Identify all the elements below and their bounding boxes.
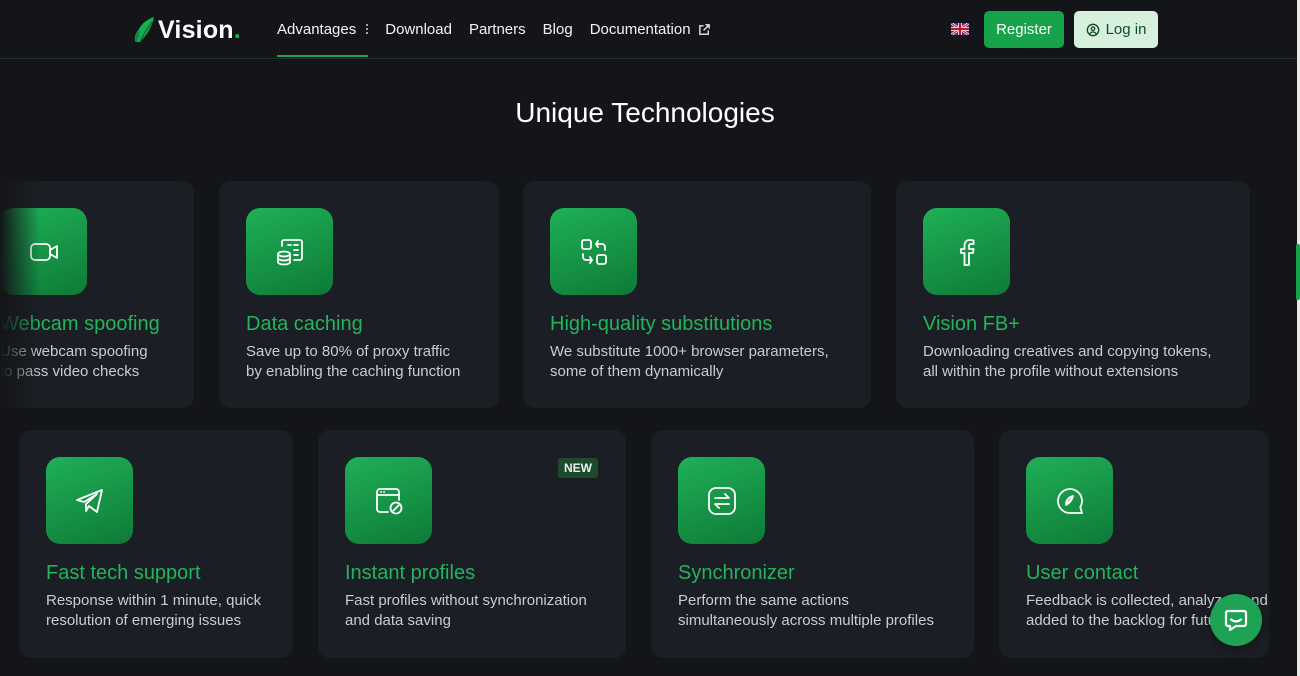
nav-advantages-label: Advantages (277, 20, 357, 38)
card-data-caching[interactable]: Data caching Save up to 80% of proxy tra… (219, 181, 499, 408)
card-title: High-quality substitutions (550, 313, 773, 335)
card-title: User contact (1026, 562, 1139, 584)
card-high-quality-substitutions[interactable]: High-quality substitutions We substitute… (523, 181, 871, 408)
card-fast-tech-support[interactable]: Fast tech support Response within 1 minu… (19, 430, 293, 658)
card-icon-box (1026, 457, 1113, 544)
leaf-logo-icon (134, 17, 154, 43)
section-title: Unique Technologies (515, 97, 775, 128)
card-title: Data caching (246, 313, 363, 335)
card-desc: Fast profiles without synchronization an… (345, 592, 587, 629)
register-button[interactable]: Register (984, 11, 1064, 48)
card-icon-box (345, 457, 432, 544)
database-icon (276, 238, 303, 265)
nav-partners[interactable]: Partners (469, 0, 526, 58)
scroll-indicator[interactable] (1296, 244, 1300, 300)
card-desc: Response within 1 minute, quick resoluti… (46, 592, 262, 629)
chat-button[interactable] (1210, 594, 1262, 646)
nav-documentation-label: Documentation (589, 20, 691, 38)
chat-bubble-icon (1224, 609, 1248, 632)
external-link-icon (698, 23, 710, 35)
card-title: Vision FB+ (923, 313, 1020, 335)
nav-blog[interactable]: Blog (543, 0, 573, 58)
instant-profile-icon (375, 487, 402, 514)
card-instant-profiles[interactable]: NEW Instant profiles Fast profiles witho… (318, 430, 626, 658)
sync-icon (707, 486, 736, 515)
logo[interactable]: Vision. (134, 14, 241, 46)
card-desc: Perform the same actions simultaneously … (678, 592, 934, 629)
feedback-icon (1056, 487, 1083, 514)
nav-download-label: Download (385, 20, 452, 38)
swap-icon (580, 238, 607, 265)
card-icon-box (678, 457, 765, 544)
card-desc: Downloading creatives and copying tokens… (923, 343, 1212, 380)
nav-documentation[interactable]: Documentation (590, 0, 711, 58)
nav-download[interactable]: Download (385, 0, 452, 58)
login-button[interactable]: Log in (1074, 11, 1158, 48)
card-synchronizer[interactable]: Synchronizer Perform the same actions si… (651, 430, 974, 658)
uk-flag-icon[interactable] (951, 23, 969, 35)
main-nav: Advantages Download Partners Blog Docume… (277, 0, 728, 58)
card-title: Fast tech support (46, 562, 201, 584)
facebook-icon (959, 238, 974, 266)
user-circle-icon (1086, 23, 1099, 36)
telegram-icon (75, 488, 103, 513)
logo-text: Vision. (158, 15, 241, 44)
new-badge: NEW (558, 458, 598, 478)
card-icon-box (46, 457, 133, 544)
card-icon-box (246, 208, 333, 295)
site-header: Vision. Advantages Download Partners Blo… (0, 0, 1297, 59)
card-vision-fb[interactable]: Vision FB+ Downloading creatives and cop… (896, 181, 1250, 408)
kebab-menu-icon[interactable] (366, 24, 369, 34)
nav-advantages[interactable]: Advantages (277, 0, 369, 58)
card-icon-box (550, 208, 637, 295)
card-desc: Save up to 80% of proxy traffic by enabl… (246, 343, 461, 380)
login-label: Log in (1105, 21, 1147, 38)
page: Vision. Advantages Download Partners Blo… (0, 0, 1297, 676)
carousel-fade (0, 180, 40, 410)
nav-partners-label: Partners (468, 20, 526, 38)
card-title: Synchronizer (678, 562, 795, 584)
card-title: Instant profiles (345, 562, 476, 584)
card-icon-box (923, 208, 1010, 295)
card-desc: We substitute 1000+ browser parameters, … (550, 343, 829, 380)
nav-blog-label: Blog (542, 20, 573, 38)
